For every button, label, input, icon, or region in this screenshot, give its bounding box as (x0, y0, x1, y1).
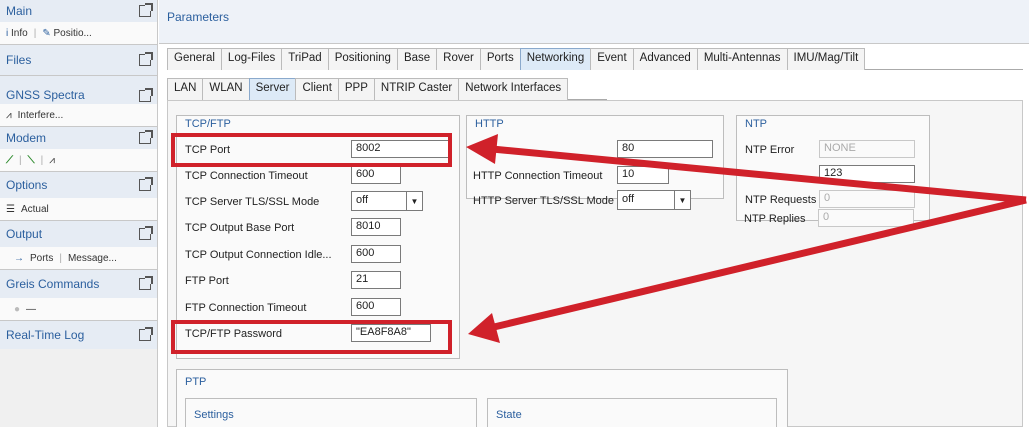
annotation-arrows (466, 134, 1027, 343)
arrowhead-top (466, 134, 498, 164)
arrow-line-bottom (493, 196, 1027, 331)
arrow-line-top (491, 145, 1027, 204)
arrowhead-bottom (468, 313, 500, 343)
